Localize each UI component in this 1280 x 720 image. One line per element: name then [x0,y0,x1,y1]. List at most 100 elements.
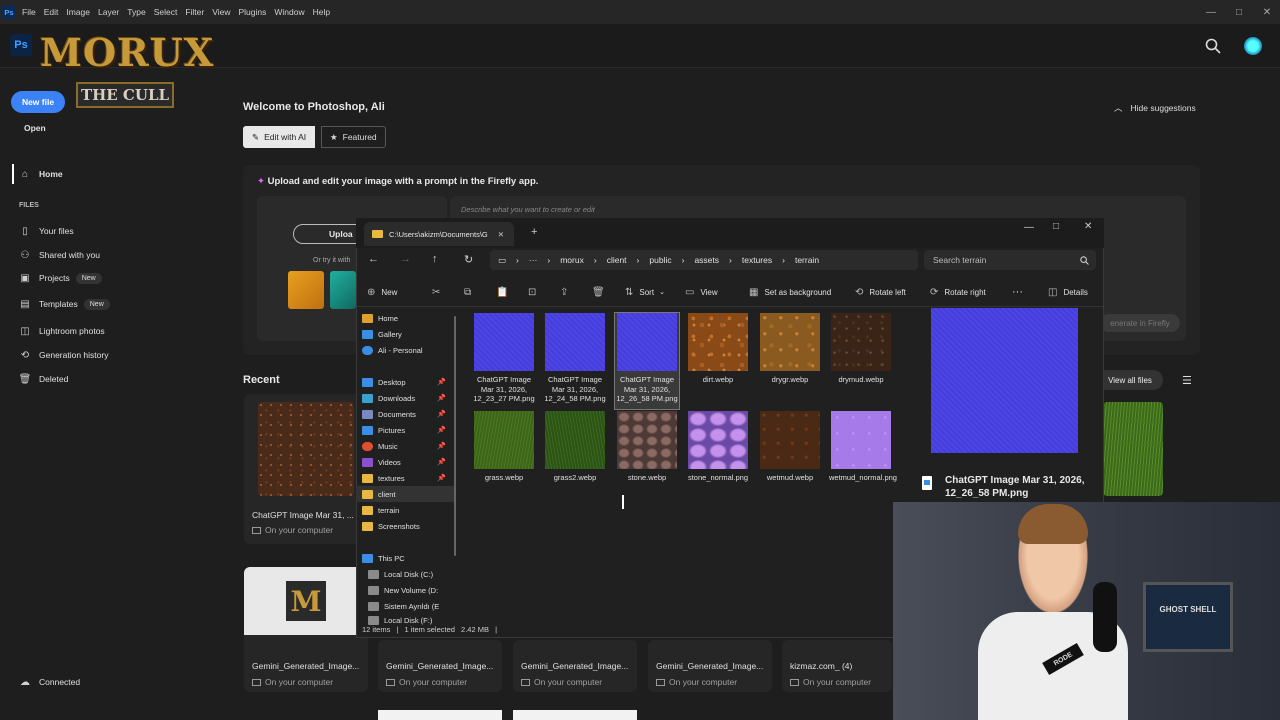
maximize-icon[interactable]: □ [1053,221,1059,232]
menu-edit[interactable]: Edit [44,7,59,17]
avatar[interactable] [1244,37,1262,55]
close-tab-icon[interactable]: ✕ [498,230,504,239]
nav-item-drive-e[interactable]: Sistem Ayrıldı (E [362,598,454,614]
tab-edit-with-ai[interactable]: ✎ Edit with AI [243,126,316,148]
sidebar-item-lightroom[interactable]: ◫ Lightroom photos [19,325,104,337]
sidebar-item-home[interactable]: ⌂ Home [19,168,63,180]
cut-icon[interactable]: ✂ [432,280,446,304]
describe-input[interactable]: Describe what you want to create or edit [461,205,595,214]
generate-button[interactable]: enerate in Firefly [1100,314,1180,332]
new-tab-icon[interactable]: + [531,226,537,238]
nav-item-desktop[interactable]: Desktop 📌 [362,374,454,390]
breadcrumb-item[interactable]: assets [694,255,719,265]
minimize-icon[interactable]: — [1196,0,1226,24]
menu-plugins[interactable]: Plugins [238,7,266,17]
sidebar-item-generation-history[interactable]: ⟲ Generation history [19,349,109,361]
nav-item-drive-c[interactable]: Local Disk (C:) [362,566,454,582]
file-item[interactable]: wetmud_normal.png [829,411,897,483]
menu-type[interactable]: Type [127,7,145,17]
menu-window[interactable]: Window [274,7,304,17]
sidebar-item-shared[interactable]: ⚇ Shared with you [19,249,100,261]
sidebar-item-templates[interactable]: ▤ Templates New [19,298,110,310]
breadcrumb-item[interactable]: public [649,255,671,265]
file-item[interactable]: stone_normal.png [686,411,750,483]
delete-icon[interactable]: 🗑 [592,280,611,304]
nav-item-screenshots[interactable]: Screenshots [362,518,454,534]
more-options-icon[interactable]: ··· [1012,280,1023,304]
nav-item-pictures[interactable]: Pictures 📌 [362,422,454,438]
menu-layer[interactable]: Layer [98,7,119,17]
nav-item-videos[interactable]: Videos 📌 [362,454,454,470]
file-item[interactable]: grass2.webp [543,411,607,483]
menu-file[interactable]: File [22,7,36,17]
nav-label: Desktop [378,377,406,387]
menu-view[interactable]: View [212,7,230,17]
ellipsis-icon[interactable]: ··· [529,255,538,265]
sidebar-item-your-files[interactable]: ▯ Your files [19,225,73,237]
nav-item-home[interactable]: Home [362,310,454,326]
file-item[interactable]: stone.webp [615,411,679,483]
nav-item-downloads[interactable]: Downloads 📌 [362,390,454,406]
rename-icon[interactable]: ⊡ [528,280,542,304]
list-view-icon[interactable]: ☰ [1182,374,1192,387]
details-button[interactable]: ◫ Details [1048,280,1088,304]
breadcrumb-item[interactable]: terrain [795,255,819,265]
refresh-icon[interactable]: ↻ [464,253,473,266]
nav-item-documents[interactable]: Documents 📌 [362,406,454,422]
breadcrumb-item[interactable]: client [607,255,627,265]
file-item[interactable]: grass.webp [472,411,536,483]
nav-item-client[interactable]: client [356,486,454,502]
minimize-icon[interactable]: — [1024,222,1034,233]
search-icon[interactable] [1205,38,1221,54]
close-icon[interactable]: ✕ [1252,0,1280,24]
address-bar[interactable]: ▭ › ··· › morux › client › public › asse… [490,250,918,270]
sort-button[interactable]: ⇅ Sort ⌄ [625,280,665,304]
close-icon[interactable]: ✕ [1084,221,1092,232]
file-item[interactable]: ChatGPT Image Mar 31, 2026, 12_24_58 PM.… [543,313,607,404]
set-background-button[interactable]: ▦ Set as background [749,280,831,304]
sidebar-item-projects[interactable]: ▣ Projects New [19,272,102,284]
open-button[interactable]: Open [24,123,46,133]
nav-item-this-pc[interactable]: This PC [362,550,454,566]
new-file-button[interactable]: New file [11,91,65,113]
new-button[interactable]: ⊕ New [367,280,397,304]
breadcrumb-item[interactable]: morux [560,255,584,265]
sample-image[interactable] [330,271,356,309]
tab-featured[interactable]: ★ Featured [321,126,386,148]
hide-suggestions-button[interactable]: ︿ Hide suggestions [1114,102,1196,114]
menu-select[interactable]: Select [154,7,178,17]
copy-icon[interactable]: ⧉ [464,280,477,304]
search-input[interactable]: Search terrain [924,250,1096,270]
breadcrumb-item[interactable]: textures [742,255,772,265]
back-icon[interactable]: ← [368,253,379,265]
file-item[interactable]: wetmud.webp [758,411,822,483]
menu-help[interactable]: Help [313,7,330,17]
rotate-right-button[interactable]: ⟳ Rotate right [930,280,986,304]
share-icon[interactable]: ⇪ [560,280,574,304]
menu-filter[interactable]: Filter [185,7,204,17]
recent-thumbnail[interactable] [1103,402,1163,496]
nav-item-terrain[interactable]: terrain [362,502,454,518]
file-item[interactable]: drygr.webp [758,313,822,385]
nav-item-onedrive[interactable]: Ali - Personal [362,342,454,358]
rotate-left-button[interactable]: ⟲ Rotate left [855,280,906,304]
view-all-files-button[interactable]: View all files [1097,370,1163,390]
paste-icon[interactable]: 📋 [496,280,514,304]
view-button[interactable]: ▭ View [685,280,718,304]
file-item[interactable]: dirt.webp [686,313,750,385]
nav-item-drive-d[interactable]: New Volume (D: [362,582,454,598]
file-item[interactable]: ChatGPT Image Mar 31, 2026, 12_23_27 PM.… [472,313,536,404]
nav-item-textures[interactable]: textures 📌 [362,470,454,486]
file-item[interactable]: drymud.webp [829,313,893,385]
up-icon[interactable]: ↑ [432,253,438,265]
maximize-icon[interactable]: □ [1224,0,1254,24]
file-item[interactable]: ChatGPT Image Mar 31, 2026, 12_26_58 PM.… [614,312,680,410]
explorer-tab[interactable]: C:\Users\akizm\Documents\G ✕ [364,222,514,246]
sample-image[interactable] [288,271,324,309]
nav-item-music[interactable]: Music 📌 [362,438,454,454]
sidebar-item-deleted[interactable]: 🗑 Deleted [19,373,69,385]
nav-item-gallery[interactable]: Gallery [362,326,454,342]
menu-image[interactable]: Image [66,7,90,17]
forward-icon[interactable]: → [400,253,411,265]
nav-scrollbar[interactable] [454,316,456,556]
